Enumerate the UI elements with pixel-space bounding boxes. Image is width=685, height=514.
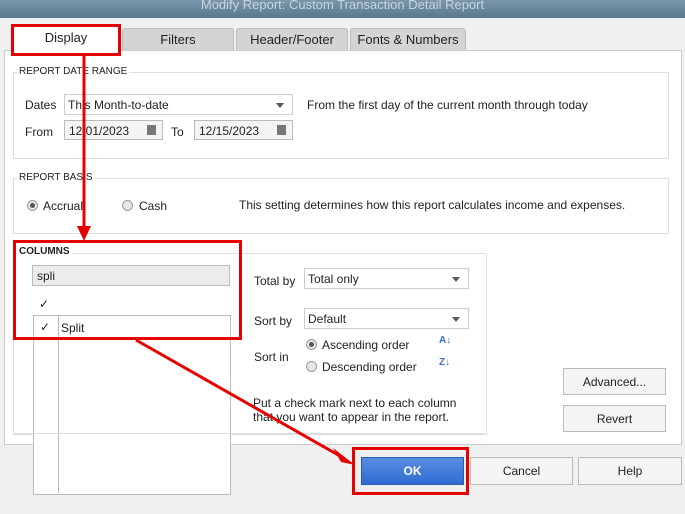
annotation-arrows: [77, 56, 355, 465]
arrow-head: [77, 226, 91, 241]
arrow-head: [333, 448, 355, 465]
